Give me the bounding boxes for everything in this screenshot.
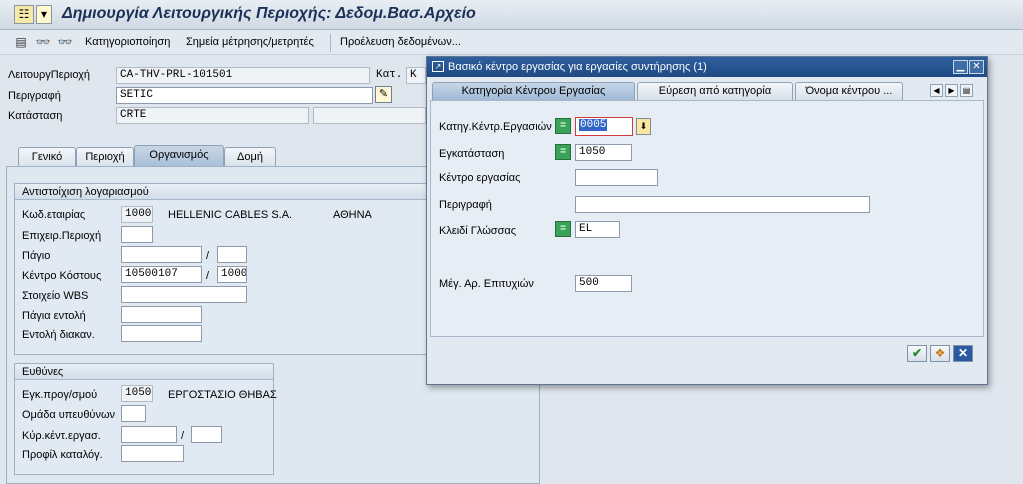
account-assignment-title: Αντιστοίχιση λογαριασμού — [22, 186, 149, 198]
asset-label: Πάγιο — [22, 250, 51, 262]
planner-group-label: Ομάδα υπευθύνων — [22, 409, 116, 421]
standing-order-field[interactable] — [121, 306, 202, 323]
planning-plant-label: Εγκ.προγ/σμού — [22, 389, 98, 401]
toolbar-data-origin-button[interactable]: Προέλευση δεδομένων... — [340, 36, 461, 48]
planning-plant-text: ΕΡΓΟΣΤΑΣΙΟ ΘΗΒΑΣ — [168, 389, 277, 401]
dialog-window-icon: ↗ — [432, 61, 444, 72]
settlement-order-field[interactable] — [121, 325, 202, 342]
plant-label: Εγκατάσταση — [439, 148, 505, 160]
max-hits-field[interactable]: 500 — [575, 275, 632, 292]
document-list-icon[interactable]: ▤ — [13, 34, 29, 50]
wc-category-field[interactable]: 0005 — [575, 117, 633, 136]
select-option-icon[interactable]: = — [555, 221, 571, 237]
description-field[interactable]: SETIC — [116, 87, 373, 104]
minimize-icon[interactable]: ▁ — [953, 60, 968, 74]
wc-category-label: Κατηγ.Κέντρ.Εργασιών — [439, 121, 552, 133]
kat-label: Κατ. — [376, 69, 403, 81]
cost-center-label: Κέντρο Κόστους — [22, 270, 102, 282]
company-city-text: ΑΘΗΝΑ — [333, 209, 372, 221]
main-work-center-plant-field[interactable] — [191, 426, 222, 443]
plant-field[interactable]: 1050 — [575, 144, 632, 161]
wbs-element-field[interactable] — [121, 286, 247, 303]
main-work-center-label: Κύρ.κέντ.εργασ. — [22, 430, 101, 442]
tab-general[interactable]: Γενικό — [18, 147, 76, 167]
search-help-dialog: ↗ Βασικό κέντρο εργασίας για εργασίες συ… — [426, 56, 988, 385]
dialog-criteria-panel — [430, 100, 984, 337]
cost-center-field[interactable]: 10500107 — [121, 266, 202, 283]
tab-location[interactable]: Περιοχή — [76, 147, 134, 167]
asset-separator: / — [206, 250, 210, 262]
max-hits-label: Μέγ. Αρ. Επιτυχιών — [439, 278, 534, 290]
tab-scroll-left-icon[interactable]: ◀ — [930, 84, 943, 97]
menu-icon[interactable]: ☷ — [14, 5, 34, 24]
controlling-area-field[interactable]: 1000 — [217, 266, 247, 283]
language-key-label: Κλειδί Γλώσσας — [439, 225, 517, 237]
cancel-icon[interactable]: ✕ — [953, 345, 973, 362]
kat-field[interactable]: K — [406, 67, 426, 84]
func-loc-field[interactable]: CA-THV-PRL-101501 — [116, 67, 370, 84]
work-center-label: Κέντρο εργασίας — [439, 172, 521, 184]
toolbar-classification-button[interactable]: Κατηγοριοποίηση — [85, 36, 170, 48]
business-area-field[interactable] — [121, 226, 153, 243]
long-text-edit-icon[interactable]: ✎ — [375, 86, 392, 103]
func-loc-label: ΛειτουργΠεριοχή — [8, 69, 91, 81]
tab-list-icon[interactable]: ▤ — [960, 84, 973, 97]
status-field[interactable]: CRTE — [116, 107, 309, 124]
company-code-label: Κωδ.εταιρίας — [22, 209, 86, 221]
settlement-order-label: Εντολή διακαν. — [22, 329, 95, 341]
check-icon[interactable]: ✔ — [907, 345, 927, 362]
binoculars-icon[interactable]: 👓 — [35, 34, 51, 50]
status-field-2[interactable] — [313, 107, 426, 124]
toolbar-measuring-points-button[interactable]: Σημεία μέτρησης/μετρητές — [186, 36, 314, 48]
standing-order-label: Πάγια εντολή — [22, 310, 86, 322]
language-key-field[interactable]: EL — [575, 221, 620, 238]
options-icon[interactable]: ▾ — [36, 5, 52, 24]
toolbar-separator — [330, 34, 331, 52]
tab-scroll-right-icon[interactable]: ▶ — [945, 84, 958, 97]
responsibilities-title: Ευθύνες — [22, 366, 64, 378]
tab-organization[interactable]: Οργανισμός — [134, 145, 224, 167]
main-work-center-field[interactable] — [121, 426, 177, 443]
work-center-field[interactable] — [575, 169, 658, 186]
cost-center-separator: / — [206, 270, 210, 282]
company-code-field[interactable]: 1000 — [121, 206, 153, 223]
catalog-profile-label: Προφίλ καταλόγ. — [22, 449, 103, 461]
tab-work-center-category[interactable]: Κατηγορία Κέντρου Εργασίας — [432, 82, 635, 100]
multi-select-icon[interactable]: ❖ — [930, 345, 950, 362]
select-option-icon[interactable]: = — [555, 118, 571, 134]
business-area-label: Επιχειρ.Περιοχή — [22, 230, 102, 242]
tab-structure[interactable]: Δομή — [224, 147, 276, 167]
description-label: Περιγραφή — [8, 90, 61, 102]
asset-sub-field[interactable] — [217, 246, 247, 263]
description-field[interactable] — [575, 196, 870, 213]
status-label: Κατάσταση — [8, 110, 63, 122]
wc-category-value: 0005 — [579, 119, 608, 131]
close-icon[interactable]: ✕ — [969, 60, 984, 74]
window-title: Δημιουργία Λειτουργικής Περιοχής: Δεδομ.… — [62, 5, 476, 22]
tab-search-by-category[interactable]: Εύρεση από κατηγορία — [637, 82, 793, 100]
catalog-profile-field[interactable] — [121, 445, 184, 462]
wbs-element-label: Στοιχείο WBS — [22, 290, 89, 302]
dialog-title: Βασικό κέντρο εργασίας για εργασίες συντ… — [448, 61, 707, 73]
asset-field[interactable] — [121, 246, 202, 263]
value-help-icon[interactable]: ⬇ — [636, 118, 651, 135]
company-name-text: HELLENIC CABLES S.A. — [168, 209, 293, 221]
main-work-center-separator: / — [181, 430, 185, 442]
description-label: Περιγραφή — [439, 199, 492, 211]
binoculars-plus-icon[interactable]: 👓 — [57, 34, 73, 50]
select-option-icon[interactable]: = — [555, 144, 571, 160]
tab-work-center-name[interactable]: Όνομα κέντρου ... — [795, 82, 903, 100]
planning-plant-field[interactable]: 1050 — [121, 385, 153, 402]
planner-group-field[interactable] — [121, 405, 146, 422]
